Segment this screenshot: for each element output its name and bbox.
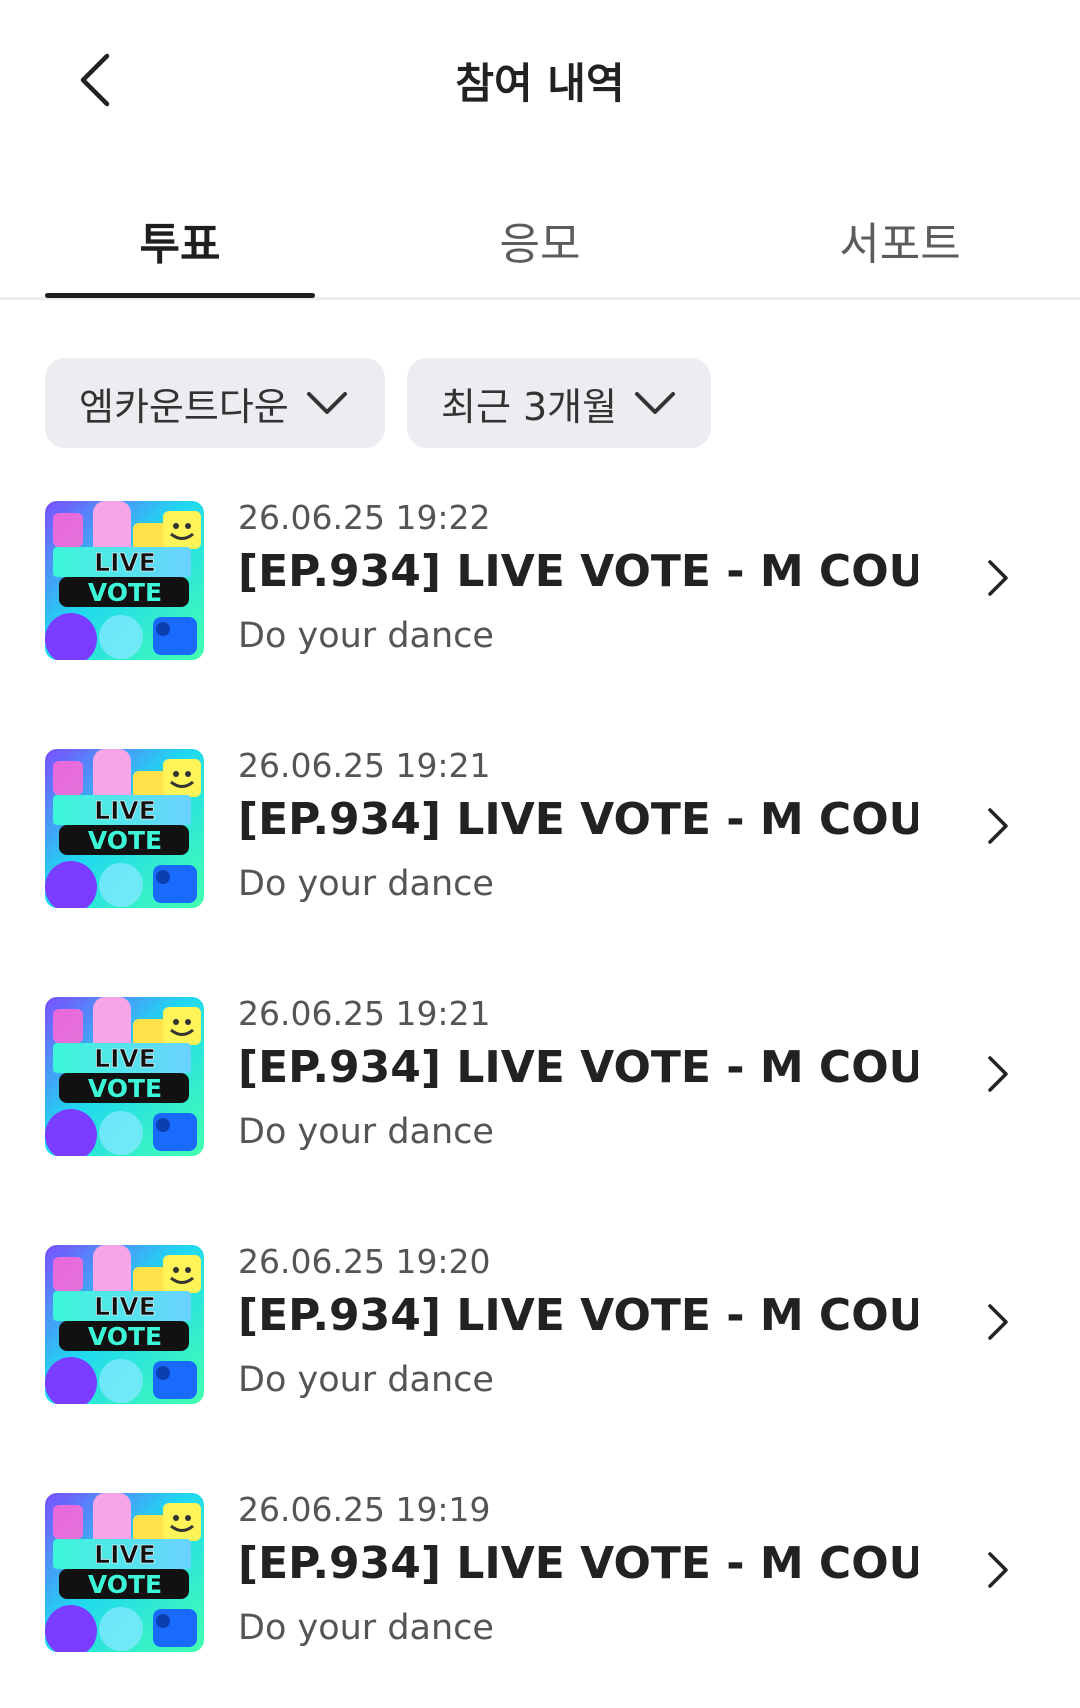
chevron-right-icon [978, 804, 1018, 848]
item-title: [EP.934] LIVE VOTE - M COUN... [238, 794, 918, 845]
item-title: [EP.934] LIVE VOTE - M COUN... [238, 1290, 918, 1341]
item-date: 26.06.25 19:20 [238, 1242, 491, 1281]
live-vote-thumbnail: LIVE VOTE [45, 1245, 204, 1404]
period-filter-label: 최근 3개월 [441, 384, 618, 429]
chevron-right-icon [978, 1300, 1018, 1344]
page-title: 참여 내역 [455, 59, 625, 108]
thumbnail-line1: LIVE [94, 1540, 156, 1569]
item-date: 26.06.25 19:21 [238, 994, 491, 1033]
chevron-right-icon [978, 1052, 1018, 1096]
tab-support[interactable]: 서포트 [765, 200, 1035, 280]
list-item[interactable]: LIVE VOTE 26.06.25 19:21 [EP.934] LIVE V… [0, 746, 1080, 916]
item-title: [EP.934] LIVE VOTE - M COUN... [238, 1042, 918, 1093]
item-date: 26.06.25 19:21 [238, 746, 491, 785]
program-filter-label: 엠카운트다운 [79, 384, 289, 429]
item-title: [EP.934] LIVE VOTE - M COUN... [238, 1538, 918, 1589]
thumbnail-line1: LIVE [94, 548, 156, 577]
list-item[interactable]: LIVE VOTE 26.06.25 19:21 [EP.934] LIVE V… [0, 994, 1080, 1164]
tab-indicator [45, 293, 315, 298]
live-vote-thumbnail: LIVE VOTE [45, 997, 204, 1156]
live-vote-thumbnail: LIVE VOTE [45, 749, 204, 908]
chevron-down-icon [305, 381, 349, 425]
thumbnail-line2: VOTE [88, 1074, 162, 1103]
thumbnail-line1: LIVE [94, 1292, 156, 1321]
item-date: 26.06.25 19:22 [238, 498, 491, 537]
item-subtitle: Do your dance [238, 1360, 494, 1400]
chevron-down-icon [633, 381, 677, 425]
item-subtitle: Do your dance [238, 1608, 494, 1648]
thumbnail-line2: VOTE [88, 578, 162, 607]
item-subtitle: Do your dance [238, 1112, 494, 1152]
item-subtitle: Do your dance [238, 616, 494, 656]
thumbnail-line1: LIVE [94, 796, 156, 825]
thumbnail-line1: LIVE [94, 1044, 156, 1073]
item-title: [EP.934] LIVE VOTE - M COUN... [238, 546, 918, 597]
live-vote-thumbnail: LIVE VOTE [45, 1493, 204, 1652]
list-item[interactable]: LIVE VOTE 26.06.25 19:20 [EP.934] LIVE V… [0, 1242, 1080, 1412]
list-item[interactable]: LIVE VOTE 26.06.25 19:22 [EP.934] LIVE V… [0, 498, 1080, 668]
period-filter-dropdown[interactable]: 최근 3개월 [407, 358, 711, 448]
program-filter-dropdown[interactable]: 엠카운트다운 [45, 358, 385, 448]
tab-entry[interactable]: 응모 [405, 200, 675, 280]
tab-vote[interactable]: 투표 [45, 200, 315, 280]
chevron-right-icon [978, 1548, 1018, 1592]
chevron-right-icon [978, 556, 1018, 600]
list-item[interactable]: LIVE VOTE 26.06.25 19:19 [EP.934] LIVE V… [0, 1490, 1080, 1660]
thumbnail-line2: VOTE [88, 826, 162, 855]
item-subtitle: Do your dance [238, 864, 494, 904]
thumbnail-line2: VOTE [88, 1322, 162, 1351]
header: 참여 내역 [0, 0, 1080, 160]
live-vote-thumbnail: LIVE VOTE [45, 501, 204, 660]
tab-bar: 투표 응모 서포트 [0, 180, 1080, 300]
item-date: 26.06.25 19:19 [238, 1490, 491, 1529]
thumbnail-line2: VOTE [88, 1570, 162, 1599]
